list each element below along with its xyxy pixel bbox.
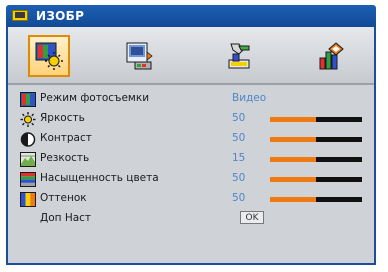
row-label: Контраст bbox=[40, 132, 92, 144]
projector-osd-menu: ИЗОБР Режим фотосъемки Видео Яркость 50 … bbox=[0, 0, 388, 272]
color-mode-icon bbox=[20, 92, 36, 107]
settings-list: Режим фотосъемки Видео Яркость 50 Контра… bbox=[8, 89, 374, 229]
row-label: Оттенок bbox=[40, 192, 87, 204]
row-value: Видео bbox=[232, 92, 267, 104]
display-screen-icon bbox=[126, 42, 153, 70]
row-color-mode[interactable]: Режим фотосъемки Видео bbox=[8, 89, 374, 109]
row-contrast[interactable]: Контраст 50 bbox=[8, 129, 374, 149]
row-value: 50 bbox=[232, 112, 246, 124]
category-tabs bbox=[8, 27, 374, 85]
tab-options[interactable] bbox=[310, 35, 352, 77]
row-value: 50 bbox=[232, 192, 246, 204]
row-advanced[interactable]: Доп Наст OK bbox=[8, 209, 374, 229]
tab-image[interactable] bbox=[28, 35, 70, 77]
brightness-slider[interactable] bbox=[270, 117, 362, 122]
row-value: 50 bbox=[232, 132, 246, 144]
contrast-slider[interactable] bbox=[270, 137, 362, 142]
image-menu-icon bbox=[12, 9, 30, 23]
options-chart-icon bbox=[319, 42, 344, 70]
setup-tools-icon bbox=[228, 43, 250, 69]
row-brightness[interactable]: Яркость 50 bbox=[8, 109, 374, 129]
tint-icon bbox=[20, 192, 36, 207]
row-sharpness[interactable]: Резкость 15 bbox=[8, 149, 374, 169]
tab-screen[interactable] bbox=[118, 35, 160, 77]
row-label: Доп Наст bbox=[40, 212, 92, 224]
contrast-icon bbox=[20, 132, 36, 147]
sharpness-icon bbox=[20, 152, 36, 167]
tint-slider[interactable] bbox=[270, 197, 362, 202]
row-label: Насыщенность цвета bbox=[40, 172, 159, 184]
row-tint[interactable]: Оттенок 50 bbox=[8, 189, 374, 209]
tab-setup[interactable] bbox=[218, 35, 260, 77]
menu-title-bar: ИЗОБР bbox=[6, 5, 376, 27]
row-saturation[interactable]: Насыщенность цвета 50 bbox=[8, 169, 374, 189]
sharpness-slider[interactable] bbox=[270, 157, 362, 162]
brightness-icon bbox=[20, 112, 36, 127]
ok-button[interactable]: OK bbox=[240, 211, 264, 224]
row-label: Яркость bbox=[40, 112, 85, 124]
saturation-slider[interactable] bbox=[270, 177, 362, 182]
saturation-icon bbox=[20, 172, 36, 187]
row-value: 50 bbox=[232, 172, 246, 184]
menu-body: Режим фотосъемки Видео Яркость 50 Контра… bbox=[6, 27, 376, 265]
row-label: Резкость bbox=[40, 152, 90, 164]
row-label: Режим фотосъемки bbox=[40, 92, 150, 104]
row-value: 15 bbox=[232, 152, 246, 164]
image-settings-icon bbox=[35, 42, 63, 70]
menu-title: ИЗОБР bbox=[36, 9, 85, 23]
